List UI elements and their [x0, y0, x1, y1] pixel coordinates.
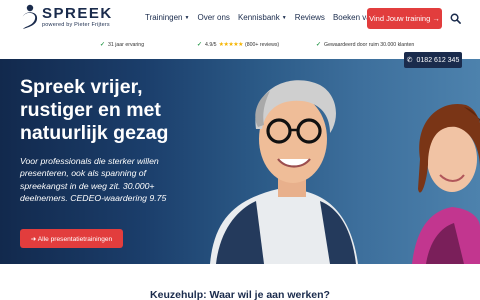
search-icon[interactable]	[450, 13, 461, 24]
hero-banner: Spreek vrijer, rustiger en met natuurlij…	[0, 59, 480, 264]
nav-item-label: Trainingen	[145, 13, 183, 22]
chevron-down-icon: ▼	[184, 14, 190, 21]
nav-item-trainingen[interactable]: Trainingen ▼	[145, 13, 189, 22]
hero-title: Spreek vrijer, rustiger en met natuurlij…	[20, 76, 169, 144]
nav-item-label: Reviews	[294, 13, 325, 22]
nav-item-reviews[interactable]: Reviews	[295, 13, 325, 22]
logo-mark-icon	[22, 4, 38, 29]
check-icon: ✓	[197, 42, 203, 48]
phone-icon: ✆	[406, 57, 413, 64]
page: SPREEK powered by Pieter Frijters Traini…	[0, 0, 480, 300]
all-trainings-button[interactable]: ➜ Alle presentatietrainingen	[20, 229, 123, 248]
brand-name: SPREEK	[42, 4, 113, 22]
phone-number: 0182 612 345	[416, 56, 460, 64]
phone-button[interactable]: ✆ 0182 612 345	[404, 52, 462, 68]
rating-count: (800+ reviews)	[244, 41, 280, 48]
section-title: Keuzehulp: Waar wil je aan werken?	[150, 289, 330, 300]
hero-photo	[210, 80, 480, 264]
chevron-down-icon: ▼	[281, 14, 287, 21]
trust-item-experience: ✓ 31 jaar ervaring	[100, 41, 145, 49]
logo-text: SPREEK powered by Pieter Frijters	[42, 4, 113, 28]
header: SPREEK powered by Pieter Frijters Traini…	[0, 0, 480, 38]
find-training-button[interactable]: Vind Jouw training →	[367, 8, 442, 29]
nav-item-label: Kennisbank	[237, 13, 280, 22]
check-icon: ✓	[316, 42, 322, 48]
trust-bar: ✓ 31 jaar ervaring ✓ 4.9/5 ★★★★★ (800+ r…	[0, 38, 480, 51]
brand-tagline: powered by Pieter Frijters	[42, 21, 110, 28]
trust-item-customers: ✓ Gewaardeerd door ruim 30.000 klanten	[316, 41, 415, 49]
nav-item-label: Over ons	[197, 13, 230, 22]
star-rating-icon: ★★★★★	[218, 42, 244, 48]
rating-score: 4.9/5	[205, 41, 217, 48]
logo[interactable]: SPREEK powered by Pieter Frijters	[19, 4, 113, 30]
nav-item-kennisbank[interactable]: Kennisbank ▼	[238, 13, 287, 22]
trust-customers-text: Gewaardeerd door ruim 30.000 klanten	[324, 41, 415, 48]
nav-item-over-ons[interactable]: Over ons	[197, 13, 229, 22]
check-icon: ✓	[100, 42, 106, 48]
hero-subtitle: Voor professionals die sterker willen pr…	[20, 156, 167, 204]
trust-experience-text: 31 jaar ervaring	[108, 41, 145, 48]
trust-item-rating: ✓ 4.9/5 ★★★★★ (800+ reviews)	[197, 41, 280, 49]
